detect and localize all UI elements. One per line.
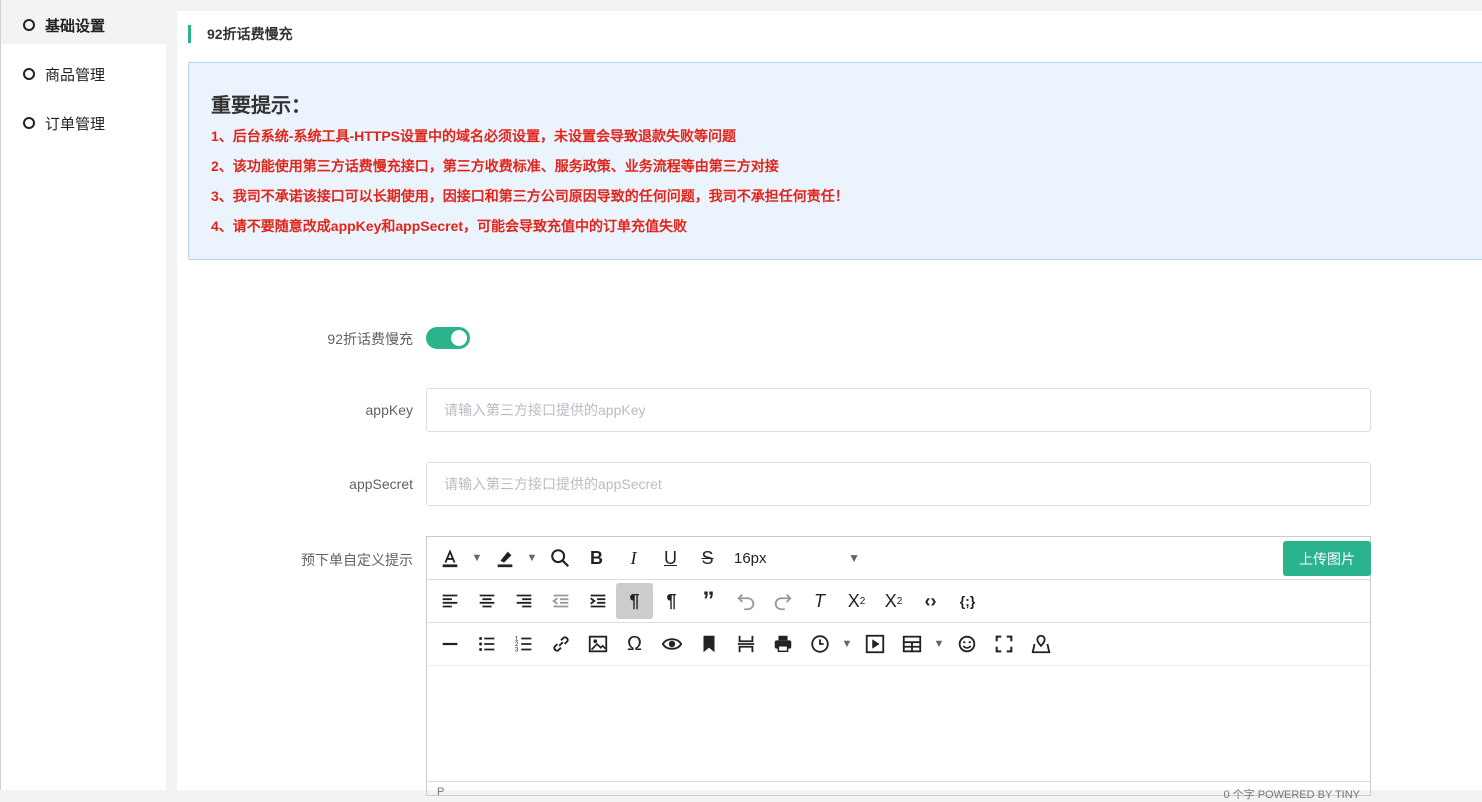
toolbar-row-3: 123 Ω ▼ ▼: [427, 623, 1370, 666]
text-color-icon[interactable]: [431, 540, 468, 576]
preview-icon[interactable]: [653, 626, 690, 662]
notice-line: 1、后台系统-系统工具-HTTPS设置中的域名必须设置，未设置会导致退款失败等问…: [211, 128, 736, 144]
search-icon[interactable]: [541, 540, 578, 576]
page-title: 92折话费慢充: [207, 26, 293, 42]
chevron-down-icon[interactable]: ▼: [930, 626, 948, 662]
editor-content-area[interactable]: [427, 666, 1370, 781]
notice-line: 4、请不要随意改成appKey和appSecret，可能会导致充值中的订单充值失…: [211, 218, 688, 234]
undo-icon[interactable]: [727, 583, 764, 619]
bullet-list-icon[interactable]: [468, 626, 505, 662]
sidebar-item-label: 基础设置: [45, 17, 106, 35]
emoticon-icon[interactable]: [948, 626, 985, 662]
element-path: P: [437, 786, 445, 798]
font-size-select[interactable]: 16px ▼: [726, 540, 866, 576]
clear-format-icon[interactable]: T: [801, 583, 838, 619]
code-sample-icon[interactable]: {;}: [949, 583, 986, 619]
table-icon[interactable]: [893, 626, 930, 662]
rtl-direction-icon[interactable]: ¶: [653, 583, 690, 619]
title-accent-bar: [188, 25, 191, 43]
chevron-down-icon[interactable]: ▼: [468, 540, 486, 576]
highlight-color-icon[interactable]: [486, 540, 523, 576]
font-size-value: 16px: [734, 549, 767, 567]
sidebar-item-label: 订单管理: [45, 115, 106, 133]
link-icon[interactable]: [542, 626, 579, 662]
image-icon[interactable]: [579, 626, 616, 662]
align-right-icon[interactable]: [505, 583, 542, 619]
clock-icon[interactable]: [801, 626, 838, 662]
subscript-icon[interactable]: X2: [838, 583, 875, 619]
notice-line: 2、该功能使用第三方话费慢充接口，第三方收费标准、服务政策、业务流程等由第三方对…: [211, 158, 779, 174]
circle-icon: [23, 117, 35, 129]
align-center-icon[interactable]: [468, 583, 505, 619]
editor-status-bar: P 0 个字 POWERED BY TINY: [427, 781, 1370, 801]
appsecret-label: appSecret: [349, 476, 413, 492]
notice-line: 3、我司不承诺该接口可以长期使用，因接口和第三方公司原因导致的任何问题，我司不承…: [211, 188, 849, 204]
circle-icon: [23, 68, 35, 80]
print-icon[interactable]: [764, 626, 801, 662]
page-break-icon[interactable]: [727, 626, 764, 662]
enable-toggle[interactable]: [426, 327, 470, 349]
rich-text-editor: ▼ ▼ B I U S 16px ▼ 上传图片 ¶ ¶ ” T X 2 X 2 …: [426, 536, 1371, 801]
page-title-bar: 92折话费慢充: [188, 25, 293, 43]
underline-icon[interactable]: U: [652, 540, 689, 576]
indent-icon[interactable]: [579, 583, 616, 619]
bold-icon[interactable]: B: [578, 540, 615, 576]
notice-heading: 重要提示：: [211, 95, 311, 117]
numbered-list-icon[interactable]: 123: [505, 626, 542, 662]
toggle-knob: [451, 330, 467, 346]
horizontal-rule-icon[interactable]: [431, 626, 468, 662]
sidebar-item-order-management[interactable]: 订单管理: [1, 104, 166, 142]
sidebar-item-basic-settings[interactable]: 基础设置: [1, 6, 166, 44]
ltr-direction-icon[interactable]: ¶: [616, 583, 653, 619]
editor-label: 预下单自定义提示: [301, 552, 413, 568]
fullscreen-icon[interactable]: [985, 626, 1022, 662]
toggle-label: 92折话费慢充: [327, 331, 413, 347]
toolbar-row-2: ¶ ¶ ” T X2 X2 ‹› {;}: [427, 580, 1370, 623]
chevron-down-icon[interactable]: ▼: [838, 626, 856, 662]
appkey-label: appKey: [365, 402, 413, 418]
appsecret-input[interactable]: [426, 462, 1371, 506]
chevron-down-icon[interactable]: ▼: [523, 540, 541, 576]
superscript-icon[interactable]: X2: [875, 583, 912, 619]
sidebar: 基础设置 商品管理 订单管理: [0, 0, 166, 790]
toolbar-row-1: ▼ ▼ B I U S 16px ▼ 上传图片: [427, 537, 1371, 580]
chevron-down-icon: ▼: [848, 551, 860, 565]
redo-icon[interactable]: [764, 583, 801, 619]
strikethrough-icon[interactable]: S: [689, 540, 726, 576]
map-icon[interactable]: [1022, 626, 1059, 662]
italic-icon[interactable]: I: [615, 540, 652, 576]
outdent-icon[interactable]: [542, 583, 579, 619]
main-panel: 92折话费慢充 重要提示： 1、后台系统-系统工具-HTTPS设置中的域名必须设…: [177, 11, 1482, 801]
circle-icon: [23, 19, 35, 31]
word-count: 0 个字 POWERED BY TINY: [1223, 789, 1360, 801]
special-char-icon[interactable]: Ω: [616, 626, 653, 662]
blockquote-icon[interactable]: ”: [690, 583, 727, 619]
sidebar-item-label: 商品管理: [45, 66, 106, 84]
important-notice: 重要提示： 1、后台系统-系统工具-HTTPS设置中的域名必须设置，未设置会导致…: [188, 62, 1482, 260]
bookmark-icon[interactable]: [690, 626, 727, 662]
appkey-input[interactable]: [426, 388, 1371, 432]
media-icon[interactable]: [856, 626, 893, 662]
align-left-icon[interactable]: [431, 583, 468, 619]
upload-image-button[interactable]: 上传图片: [1283, 541, 1371, 576]
svg-text:3: 3: [514, 646, 518, 653]
code-icon[interactable]: ‹›: [912, 583, 949, 619]
sidebar-item-product-management[interactable]: 商品管理: [1, 55, 166, 93]
